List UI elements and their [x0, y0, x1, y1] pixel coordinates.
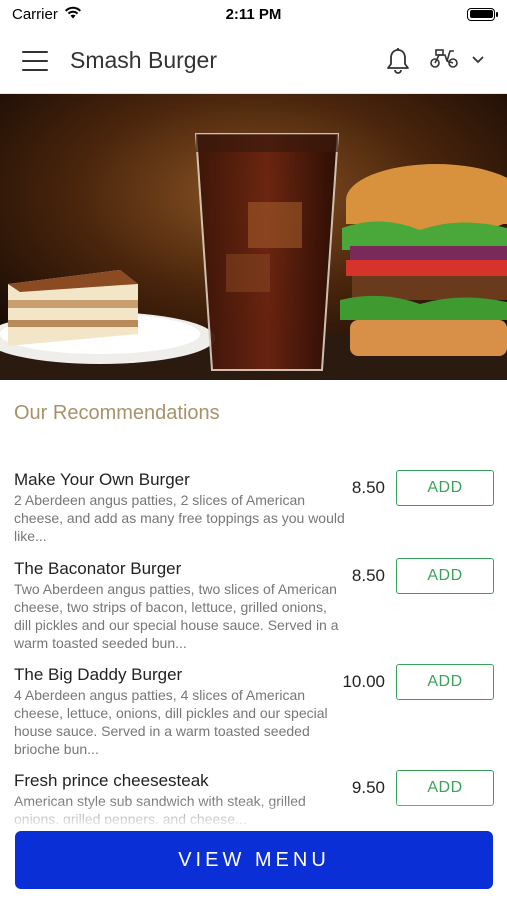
item-price: 9.50 [351, 778, 385, 797]
view-menu-button[interactable]: VIEW MENU [15, 831, 493, 889]
add-button[interactable]: ADD [396, 664, 494, 700]
item-description: 2 Aberdeen angus patties, 2 slices of Am… [14, 492, 345, 544]
hero-image [0, 94, 507, 380]
menu-icon[interactable] [22, 50, 48, 71]
add-button[interactable]: ADD [396, 558, 494, 594]
add-button[interactable]: ADD [396, 470, 494, 506]
app-header: Smash Burger [0, 28, 507, 94]
status-bar: Carrier 2:11 PM [0, 0, 507, 28]
item-description: 4 Aberdeen angus patties, 4 slices of Am… [14, 687, 328, 757]
item-name: Make Your Own Burger [14, 470, 190, 489]
item-name: Fresh prince cheesesteak [14, 771, 209, 790]
header-actions [385, 47, 485, 75]
item-price: 8.50 [351, 478, 385, 497]
section-title: Our Recommendations [14, 402, 220, 424]
bell-icon[interactable] [385, 47, 411, 75]
page-title: Smash Burger [70, 47, 218, 73]
delivery-selector[interactable] [429, 47, 485, 74]
status-time: 2:11 PM [225, 5, 282, 23]
item-name: The Baconator Burger [14, 559, 182, 578]
item-name: The Big Daddy Burger [14, 665, 183, 684]
item-price: 10.00 [342, 672, 385, 691]
item-price: 8.50 [351, 566, 385, 585]
chevron-down-icon [471, 52, 485, 70]
scooter-icon [429, 47, 459, 74]
battery-icon [467, 7, 498, 21]
list-fade [0, 800, 507, 830]
item-description: Two Aberdeen angus patties, two slices o… [14, 581, 339, 651]
